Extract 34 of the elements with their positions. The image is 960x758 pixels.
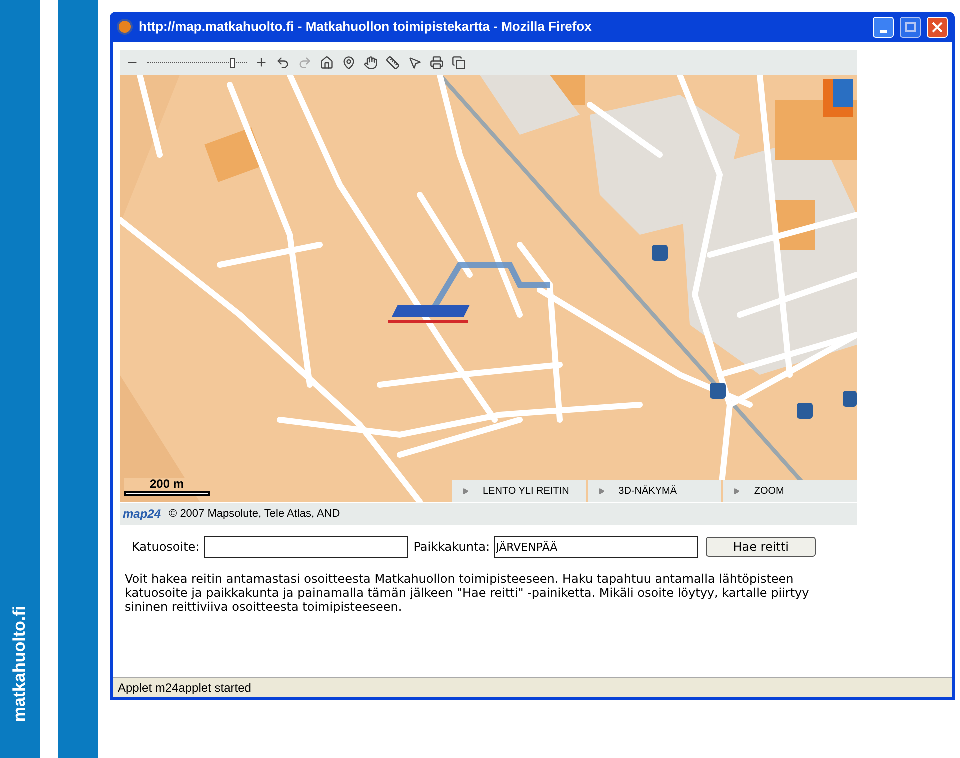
windows-icon[interactable] <box>452 56 466 70</box>
info-text: Voit hakea reitin antamastasi osoitteesta Matkahuollon toimipisteeseen. Haku tapahtuu antamalla lähtöpisteen katuosoite ja paikkakunta ja painamalla tämän jälkeen "Hae reitti" -painiketta. Mikäli osoite löytyy, kartalle piirtyy sininen reittiviiva osoitteesta toimipisteeseen. <box>124 572 810 614</box>
map-action-button[interactable]: 3D-NÄKYMÄ <box>588 480 722 502</box>
close-button[interactable] <box>927 16 948 38</box>
scale-label: 200 m <box>150 478 184 490</box>
minimize-button[interactable] <box>873 16 894 38</box>
map24-logo-icon <box>823 79 853 117</box>
brand-text: matkahuolto.fi <box>9 606 30 722</box>
copyright-text: © 2007 Mapsolute, Tele Atlas, AND <box>169 506 340 522</box>
play-icon <box>598 488 605 494</box>
zoom-in-icon[interactable] <box>255 56 268 69</box>
play-icon <box>462 488 469 494</box>
ruler-icon[interactable] <box>386 56 400 70</box>
window-title: http://map.matkahuolto.fi - Matkahuollon toimipistekartta - Mozilla Firefox <box>139 18 593 36</box>
close-icon <box>932 22 943 32</box>
pin-icon[interactable] <box>342 56 356 70</box>
zoom-slider-thumb[interactable] <box>230 58 235 68</box>
undo-icon[interactable] <box>276 56 290 70</box>
field-label: Katuosoite: <box>132 539 200 556</box>
hand-icon[interactable] <box>364 56 378 70</box>
map-action-button[interactable]: ZOOM <box>723 480 857 502</box>
home-icon[interactable] <box>320 56 334 70</box>
text-field[interactable] <box>204 536 408 558</box>
zoom-slider[interactable] <box>147 58 247 68</box>
map-action-button[interactable]: LENTO YLI REITIN <box>452 480 586 502</box>
status-text: Applet m24applet started <box>118 680 252 696</box>
play-icon <box>733 488 740 494</box>
browser-logo-icon <box>117 19 133 35</box>
print-icon[interactable] <box>430 56 444 70</box>
provider-logo: map24 <box>123 506 162 523</box>
pointer-icon[interactable] <box>408 56 422 70</box>
maximize-button[interactable] <box>900 16 921 38</box>
field-label: Paikkakunta: <box>414 539 490 556</box>
search-route-button[interactable]: Hae reitti <box>706 537 816 557</box>
